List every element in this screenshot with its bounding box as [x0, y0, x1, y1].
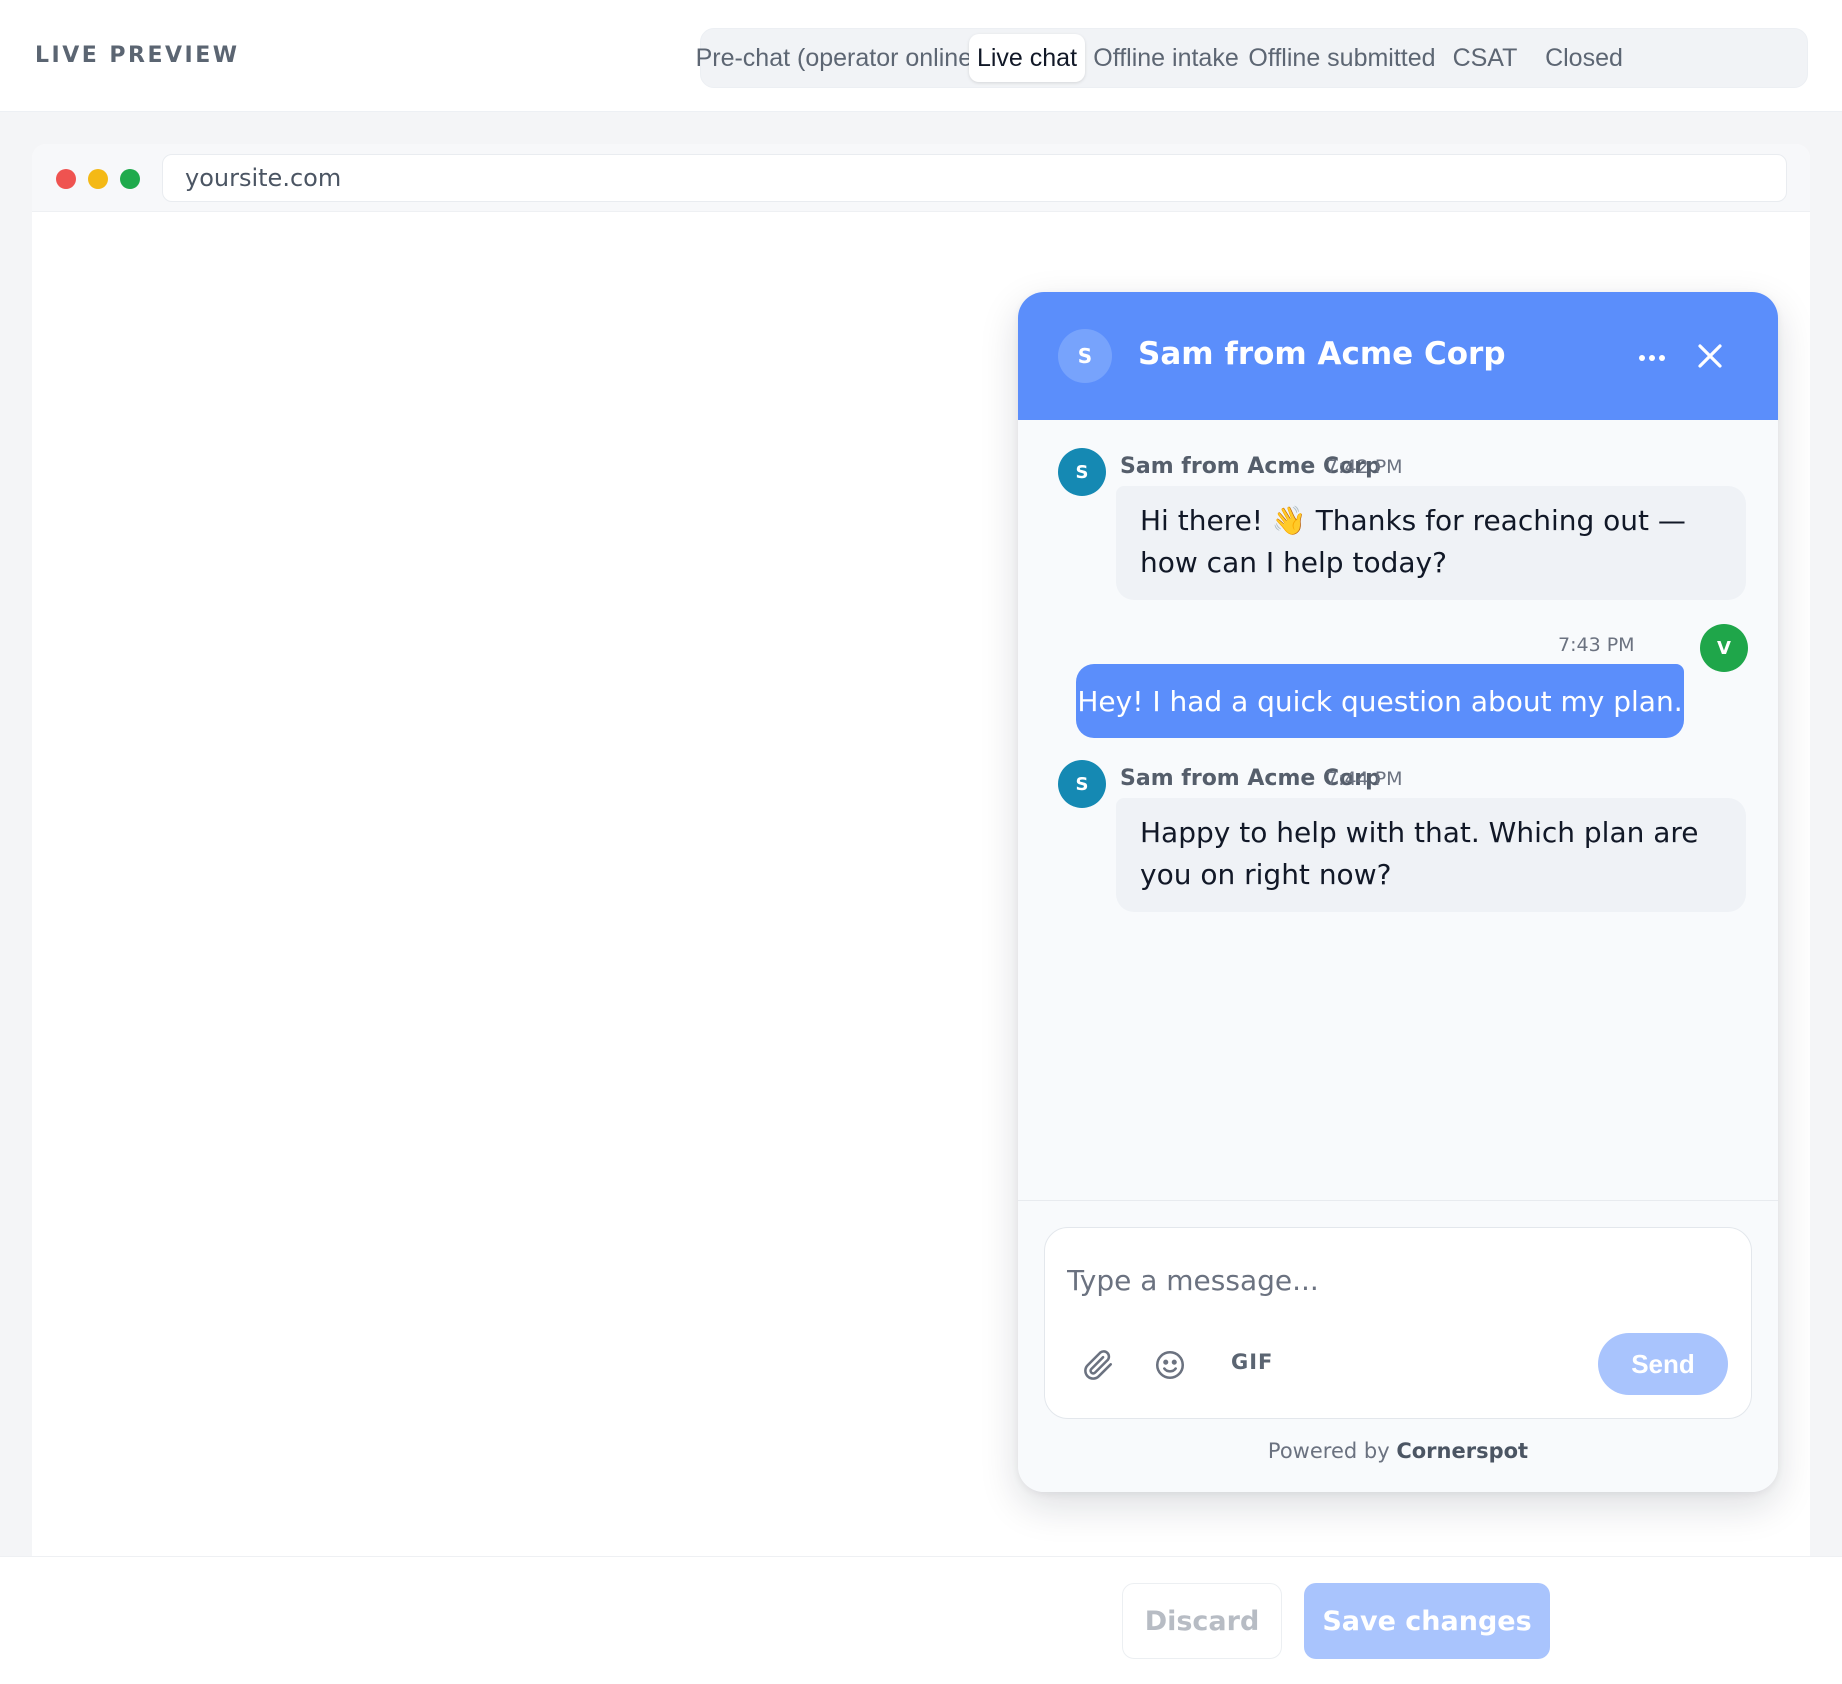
composer-area: GIF Send Powered by Cornerspot	[1018, 1200, 1778, 1492]
chat-header: S Sam from Acme Corp	[1018, 292, 1778, 420]
tab-offline-intake[interactable]: Offline intake	[1085, 34, 1247, 82]
close-icon[interactable]	[1692, 338, 1728, 374]
discard-button[interactable]: Discard	[1122, 1583, 1282, 1659]
chat-widget: S Sam from Acme Corp S Sam from Acme Cor…	[1018, 292, 1778, 1492]
tab-pre-chat[interactable]: Pre-chat (operator online)	[696, 34, 981, 82]
operator-avatar: S	[1058, 329, 1112, 383]
message-time: 7:42 PM	[1326, 456, 1403, 478]
tab-live-chat[interactable]: Live chat	[969, 34, 1085, 82]
powered-by: Powered by Cornerspot	[1018, 1439, 1778, 1463]
operator-message-bubble: Happy to help with that. Which plan are …	[1116, 798, 1746, 912]
preview-stage: yoursite.com S Sam from Acme Corp S Sam …	[0, 112, 1842, 1556]
smiley-icon[interactable]	[1153, 1348, 1187, 1382]
window-close-dot	[56, 169, 76, 189]
chat-title: Sam from Acme Corp	[1138, 336, 1506, 372]
message-time: 7:44 PM	[1326, 768, 1403, 790]
message-input[interactable]	[1067, 1258, 1707, 1302]
powered-by-prefix: Powered by	[1267, 1439, 1390, 1463]
top-bar: LIVE PREVIEW Pre-chat (operator online) …	[0, 0, 1842, 112]
operator-message-bubble: Hi there! 👋 Thanks for reaching out — ho…	[1116, 486, 1746, 600]
tab-offline-submitted[interactable]: Offline submitted	[1247, 34, 1437, 82]
window-minimize-dot	[88, 169, 108, 189]
action-bar: Discard Save changes	[0, 1556, 1842, 1684]
message-time: 7:43 PM	[1558, 634, 1635, 656]
tab-csat[interactable]: CSAT	[1437, 34, 1533, 82]
powered-by-brand[interactable]: Cornerspot	[1396, 1439, 1528, 1463]
address-bar: yoursite.com	[162, 154, 1787, 202]
preview-state-tabs: Pre-chat (operator online) Live chat Off…	[696, 28, 1808, 88]
send-button[interactable]: Send	[1598, 1333, 1728, 1395]
window-maximize-dot	[120, 169, 140, 189]
gif-button[interactable]: GIF	[1231, 1350, 1273, 1374]
page-title: LIVE PREVIEW	[35, 43, 240, 68]
paperclip-icon[interactable]	[1081, 1348, 1115, 1382]
save-changes-button[interactable]: Save changes	[1304, 1583, 1550, 1659]
operator-avatar: S	[1058, 448, 1106, 496]
operator-avatar: S	[1058, 760, 1106, 808]
browser-toolbar: yoursite.com	[32, 144, 1810, 212]
browser-frame: yoursite.com S Sam from Acme Corp S Sam …	[32, 144, 1810, 1556]
more-horizontal-icon[interactable]	[1634, 340, 1670, 376]
message-composer: GIF Send	[1044, 1227, 1752, 1419]
visitor-avatar: V	[1700, 624, 1748, 672]
visitor-message-bubble: Hey! I had a quick question about my pla…	[1076, 664, 1684, 738]
tab-closed[interactable]: Closed	[1533, 34, 1635, 82]
